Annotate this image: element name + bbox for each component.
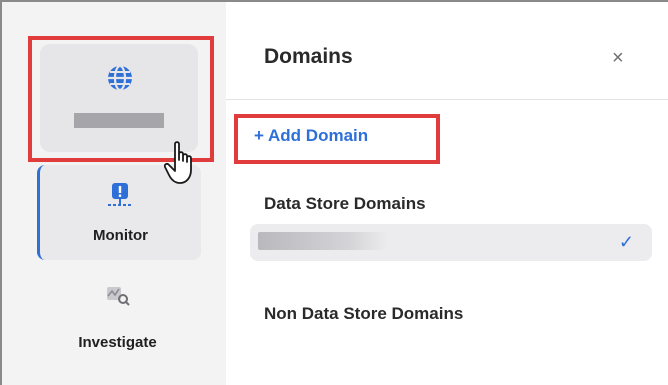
domain-list-item[interactable]: ✓ [250,224,652,261]
section-title-data-store: Data Store Domains [264,194,426,213]
sidebar-item-investigate[interactable]: Investigate [37,272,198,367]
redacted-domain-name [258,232,388,250]
close-icon[interactable]: × [612,47,624,70]
highlight-box-add-domain [234,114,440,164]
monitor-alert-icon [106,181,134,211]
panel-title: Domains [264,45,353,68]
sidebar-item-label: Monitor [93,227,148,244]
section-title-non-data-store[interactable]: Non Data Store Domains [264,304,463,324]
investigate-icon [105,284,131,308]
sidebar-item-label: Investigate [78,334,157,351]
divider [226,99,668,100]
checkmark-icon: ✓ [618,232,634,252]
hand-pointer-icon [163,140,202,191]
